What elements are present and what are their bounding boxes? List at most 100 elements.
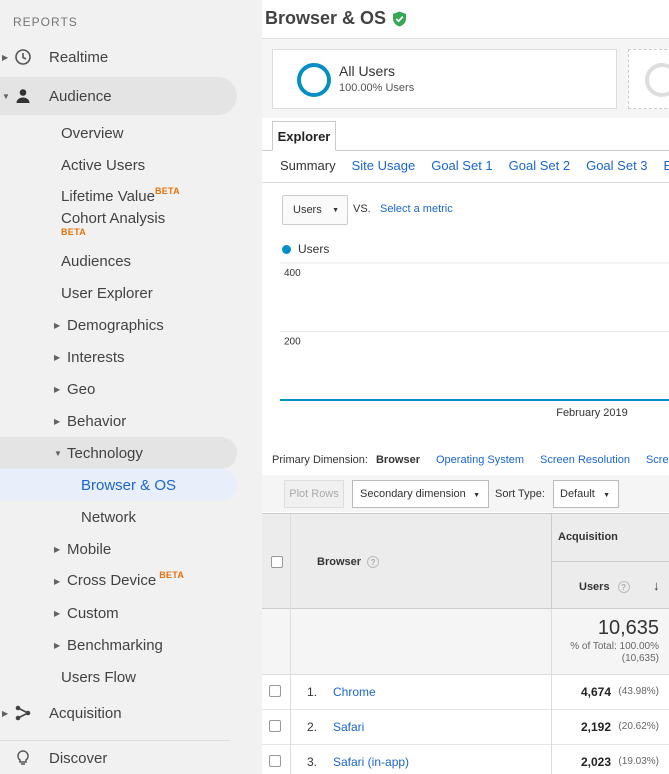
row-browser-link[interactable]: Safari xyxy=(333,720,364,734)
sidebar-item-geo[interactable]: ▶ Geo xyxy=(54,373,95,405)
lightbulb-icon xyxy=(17,750,29,765)
sort-descending-icon[interactable]: ↓ xyxy=(653,578,660,593)
row-checkbox[interactable] xyxy=(269,720,281,732)
sort-type-dropdown[interactable]: Default ▼ xyxy=(553,480,619,508)
primary-dimension-browser[interactable]: Browser xyxy=(376,454,420,466)
row-users-percent: (43.98%) xyxy=(618,686,659,697)
sidebar-item-custom[interactable]: ▶ Custom xyxy=(54,597,119,629)
table-total-row: 10,635 % of Total: 100.00% (10,635) xyxy=(262,609,669,675)
subtab-site-usage[interactable]: Site Usage xyxy=(352,158,416,173)
legend-dot xyxy=(282,244,291,254)
sidebar-item-label: Behavior xyxy=(67,412,127,430)
sidebar-item-users-flow[interactable]: Users Flow xyxy=(61,661,136,693)
sidebar-item-label: Mobile xyxy=(67,540,112,558)
sidebar: REPORTS ▶ Realtime ▼ Audience Overview A… xyxy=(0,0,262,774)
sidebar-item-demographics[interactable]: ▶ Demographics xyxy=(54,309,164,341)
sidebar-item-cohort-analysis[interactable]: Cohort Analysis BETA xyxy=(61,211,165,245)
sidebar-item-label: Overview xyxy=(61,124,124,142)
row-checkbox[interactable] xyxy=(269,755,281,767)
sidebar-item-overview[interactable]: Overview xyxy=(61,117,124,149)
person-icon xyxy=(16,89,30,103)
col-divider xyxy=(551,609,552,675)
row-users-value: 4,674 xyxy=(580,685,611,699)
column-header-label: Users xyxy=(579,581,610,593)
row-number: 1. xyxy=(307,685,318,699)
sidebar-item-mobile[interactable]: ▶ Mobile xyxy=(54,533,111,565)
primary-dimension-label: Primary Dimension: xyxy=(272,454,368,466)
subtab-goal-set-2[interactable]: Goal Set 2 xyxy=(509,158,570,173)
sidebar-item-browser-os[interactable]: Browser & OS xyxy=(0,469,237,501)
segment-percent: 100.00% Users xyxy=(339,82,415,94)
total-users-percent: % of Total: 100.00% (10,635) xyxy=(570,641,659,665)
sidebar-item-lifetime-value[interactable]: Lifetime Value BETA xyxy=(61,181,180,213)
total-users-value: 10,635 xyxy=(597,617,659,639)
secondary-dimension-dropdown[interactable]: Secondary dimension ▼ xyxy=(352,480,489,508)
subtab-ecommerce[interactable]: Ec xyxy=(664,158,669,173)
sidebar-item-label: Discover xyxy=(49,749,108,767)
sidebar-item-label: Cross Device xyxy=(67,572,157,589)
tab-explorer[interactable]: Explorer xyxy=(272,121,336,151)
sidebar-item-label: Demographics xyxy=(67,316,164,334)
main-content: Browser & OS All Users 100.00% Users Exp… xyxy=(262,0,669,774)
header-divider xyxy=(551,561,669,562)
table-toolbar: Plot Rows Secondary dimension ▼ Sort Typ… xyxy=(262,475,669,512)
subtab-summary[interactable]: Summary xyxy=(280,158,336,173)
sidebar-item-label: Audience xyxy=(49,87,112,105)
sidebar-item-acquisition[interactable]: ▶ Acquisition xyxy=(0,697,237,729)
expand-arrow-icon: ▶ xyxy=(54,577,61,586)
primary-dimension-operating-system[interactable]: Operating System xyxy=(436,454,524,466)
chevron-down-icon: ▼ xyxy=(603,492,610,499)
row-browser-link[interactable]: Safari (in-app) xyxy=(333,755,409,769)
sidebar-item-realtime[interactable]: ▶ Realtime xyxy=(0,41,237,73)
page-title-text: Browser & OS xyxy=(265,8,387,28)
row-users-percent: (19.03%) xyxy=(618,756,659,767)
row-checkbox[interactable] xyxy=(269,685,281,697)
plot-rows-button[interactable]: Plot Rows xyxy=(284,480,344,508)
sidebar-item-interests[interactable]: ▶ Interests xyxy=(54,341,125,373)
sidebar-item-label: Interests xyxy=(67,348,125,366)
col-divider xyxy=(290,710,291,745)
add-segment-card[interactable] xyxy=(628,49,669,109)
segment-card-all-users[interactable]: All Users 100.00% Users xyxy=(272,49,617,109)
expand-arrow-icon: ▶ xyxy=(54,544,61,554)
sidebar-item-discover[interactable]: Discover xyxy=(0,742,237,774)
column-header-users[interactable]: Users ? xyxy=(579,581,630,593)
collapse-arrow-icon: ▼ xyxy=(54,448,62,458)
vs-label: VS. xyxy=(353,203,371,215)
sidebar-item-label: Cohort Analysis xyxy=(61,210,166,227)
metric-dropdown[interactable]: Users ▼ xyxy=(282,195,348,225)
sidebar-item-network[interactable]: Network xyxy=(81,501,136,533)
table-row: 3. Safari (in-app) 2,023 (19.03%) xyxy=(262,745,669,774)
select-metric-link[interactable]: Select a metric xyxy=(380,203,453,215)
column-header-label: Browser xyxy=(317,556,362,568)
sidebar-item-active-users[interactable]: Active Users xyxy=(61,149,145,181)
select-all-checkbox[interactable] xyxy=(271,556,283,568)
secondary-dimension-label: Secondary dimension xyxy=(360,488,466,500)
help-icon[interactable]: ? xyxy=(617,581,630,593)
sidebar-item-label: Browser & OS xyxy=(81,476,177,494)
chevron-down-icon: ▼ xyxy=(473,492,480,499)
sidebar-item-benchmarking[interactable]: ▶ Benchmarking xyxy=(54,629,163,661)
sidebar-item-user-explorer[interactable]: User Explorer xyxy=(61,277,153,309)
explorer-subtabs: Summary Site Usage Goal Set 1 Goal Set 2… xyxy=(280,158,669,173)
table-header: Browser ? Acquisition Users ? ↓ xyxy=(262,513,669,610)
collapse-arrow-icon: ▼ xyxy=(2,91,10,101)
primary-dimension-screen[interactable]: Screen xyxy=(646,454,669,466)
col-divider xyxy=(290,745,291,774)
sidebar-item-label: Realtime xyxy=(49,48,109,66)
subtab-goal-set-1[interactable]: Goal Set 1 xyxy=(431,158,492,173)
primary-dimension-screen-resolution[interactable]: Screen Resolution xyxy=(540,454,630,466)
col-divider xyxy=(551,745,552,774)
sidebar-item-technology[interactable]: ▼ Technology xyxy=(0,437,237,469)
y-tick-label: 400 xyxy=(284,268,301,279)
sidebar-item-cross-device[interactable]: ▶ Cross Device BETA xyxy=(54,565,184,597)
help-icon[interactable]: ? xyxy=(367,556,380,568)
sidebar-item-audiences[interactable]: Audiences xyxy=(61,245,131,277)
column-header-browser[interactable]: Browser ? xyxy=(317,556,380,568)
sidebar-item-audience[interactable]: ▼ Audience xyxy=(0,77,237,115)
subtab-goal-set-3[interactable]: Goal Set 3 xyxy=(586,158,647,173)
sidebar-item-behavior[interactable]: ▶ Behavior xyxy=(54,405,126,437)
sort-type-label: Sort Type: xyxy=(495,488,545,500)
segment-name: All Users xyxy=(339,63,396,79)
row-browser-link[interactable]: Chrome xyxy=(333,685,376,699)
